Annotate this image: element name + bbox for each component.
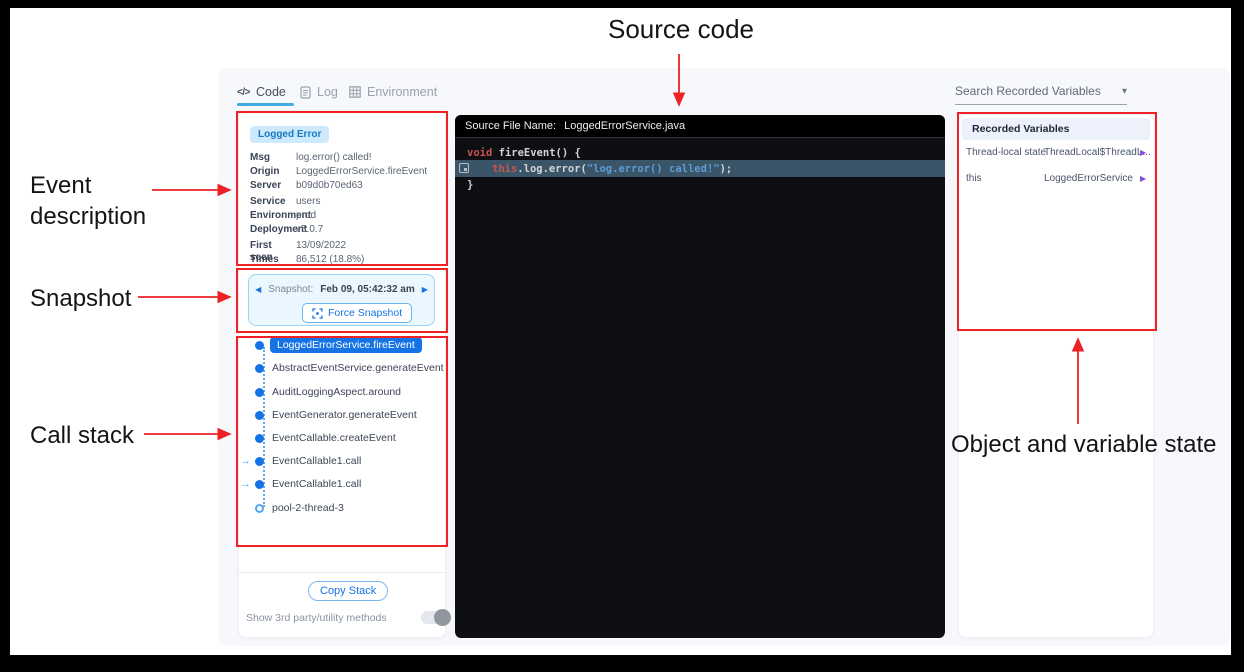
log-icon [300,86,311,99]
annotation-box-recorded-variables [957,112,1157,331]
source-code-panel: Source File Name: LoggedErrorService.jav… [455,115,945,638]
annotation-call-stack: Call stack [30,420,134,451]
environment-grid-icon [349,86,361,98]
source-file-header: Source File Name: LoggedErrorService.jav… [455,115,945,138]
divider [239,572,445,573]
toggle-knob [434,609,451,626]
source-file-name: LoggedErrorService.java [564,120,685,132]
snapshot-marker-icon[interactable] [459,163,469,173]
annotation-box-event-description [236,111,448,266]
annotation-event-description: Event description [30,170,210,232]
tab-code-label: Code [256,85,286,99]
annotation-snapshot: Snapshot [30,283,131,314]
annotation-object-state: Object and variable state [951,429,1217,460]
active-tab-underline [237,103,294,106]
annotation-box-snapshot [236,268,448,333]
tab-code[interactable]: </> Code [237,85,286,99]
tab-log-label: Log [317,85,338,99]
source-file-label: Source File Name: [465,120,556,132]
code-line-3: } [467,179,473,191]
search-select-placeholder: Search Recorded Variables [955,84,1101,98]
annotation-source-code: Source code [608,14,754,45]
code-line-1: void fireEvent() { [467,147,581,159]
show-3rd-party-label: Show 3rd party/utility methods [246,612,387,624]
tab-environment[interactable]: Environment [349,85,437,99]
tab-environment-label: Environment [367,85,437,99]
search-select-underline [955,104,1127,105]
show-3rd-party-toggle[interactable] [421,611,449,624]
copy-stack-button[interactable]: Copy Stack [308,581,388,601]
code-line-2: this.log.error("log.error() called!"); [492,163,732,175]
code-icon: </> [237,87,250,98]
screenshot-canvas: </> Code Log Environment Search Recorded… [0,0,1244,672]
tab-log[interactable]: Log [300,85,338,99]
search-recorded-variables-select[interactable]: Search Recorded Variables ▾ [955,84,1127,98]
annotation-box-call-stack [236,336,448,547]
chevron-down-icon: ▾ [1122,86,1127,97]
